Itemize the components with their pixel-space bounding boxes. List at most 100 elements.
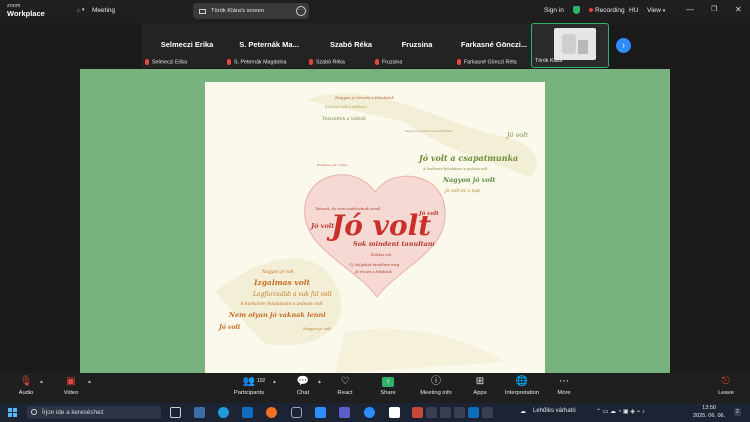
info-icon: ⓘ <box>431 376 441 387</box>
settings-icon[interactable] <box>482 407 493 418</box>
participant-video-thumbnail <box>554 28 596 60</box>
react-button[interactable]: ♡ React <box>334 376 356 396</box>
word-cloud-phrase: Érdekes volt a téma <box>316 162 348 167</box>
chat-options-caret-icon[interactable]: ▲ <box>317 379 322 385</box>
word-cloud-phrase: Jó volt <box>218 324 241 331</box>
top-bar: zoom Workplace ⁘ ▾ Meeting Török Klára's… <box>0 0 750 23</box>
app-icon[interactable] <box>468 407 479 418</box>
apps-button[interactable]: ⊞ Apps <box>471 376 489 396</box>
participant-tile[interactable]: Farkasné Gönczi... Farkasné Gönczi Réta <box>454 23 534 68</box>
word-cloud-phrase: Izgalmas volt <box>253 278 311 287</box>
next-page-arrow-icon[interactable]: › <box>616 38 631 53</box>
search-icon <box>31 409 37 415</box>
app-icon[interactable] <box>291 407 302 418</box>
sign-in-link[interactable]: Sign in <box>544 7 564 14</box>
word-cloud-phrase: Legfurcsább a vak fal volt <box>252 291 332 298</box>
heart-react-icon: ♡ <box>340 376 350 387</box>
leave-button[interactable]: ⎋ Leave <box>716 376 736 396</box>
mic-muted-icon <box>227 58 231 65</box>
chevron-down-icon[interactable]: ▾ <box>82 7 85 13</box>
outlook-icon[interactable] <box>242 407 253 418</box>
mic-muted-icon <box>457 58 461 65</box>
zoom-app: zoom Workplace ⁘ ▾ Meeting Török Klára's… <box>0 0 750 422</box>
more-button[interactable]: ⋯ More <box>554 376 574 396</box>
word-cloud-phrase: Új dolgokat tanultam meg <box>349 262 400 267</box>
word-cloud-graphic: Nagyon jó érezés a feladatok Érdekes vol… <box>215 93 537 373</box>
meeting-toolbar: 🎙 Audio ▲ ▣ Video ▲ 👥 Participants 102 ▲… <box>0 373 750 403</box>
leave-door-icon: ⎋ <box>722 376 730 387</box>
recording-indicator[interactable]: Recording <box>589 7 625 14</box>
share-button[interactable]: ↑ Share <box>377 376 399 396</box>
firefox-icon[interactable] <box>266 407 277 418</box>
participant-strip: Selmeczi Erika Selmeczi Erika S. Peterná… <box>0 23 750 69</box>
app-icon[interactable] <box>454 407 465 418</box>
word-cloud-phrase: Nagyon jó volt <box>261 270 294 275</box>
language-indicator[interactable]: HU <box>629 7 638 14</box>
app-icon[interactable] <box>426 407 437 418</box>
app-icon[interactable] <box>389 407 400 418</box>
interpretation-button[interactable]: 🌐 Interpretation <box>502 376 542 396</box>
apps-grid-icon[interactable]: ⁘ <box>76 7 81 15</box>
teams-icon[interactable] <box>339 407 350 418</box>
more-dots-icon: ⋯ <box>559 376 569 387</box>
word-cloud-phrase: Érdekes volt <box>370 252 392 257</box>
word-cloud-phrase: Jó volt <box>309 222 334 230</box>
mic-muted-icon: 🎙 <box>19 376 33 387</box>
shield-icon[interactable] <box>573 6 580 14</box>
zoom-taskbar-icon[interactable] <box>315 407 326 418</box>
participant-tile[interactable]: Fruzsina Fruzsina <box>372 23 462 68</box>
meeting-label[interactable]: Meeting <box>92 7 115 14</box>
screen-share-pill[interactable]: Török Klára's screen ··· <box>193 3 309 19</box>
word-cloud-phrase: A harkonre feladatoan a pulsuis volt <box>422 167 488 171</box>
mic-muted-icon <box>309 58 313 65</box>
word-cloud-phrase: Nagyon jó volt <box>442 176 495 184</box>
word-cloud-phrase: Nem olyan jó vaknak lenni <box>228 311 326 319</box>
word-cloud-phrase: Sok mindent tanultam <box>353 240 435 248</box>
task-view-icon[interactable] <box>170 407 181 418</box>
participant-tile[interactable]: S. Peternák Ma... S. Peternák Magdolna <box>224 23 314 68</box>
globe-icon: 🌐 <box>515 376 529 387</box>
tray-icons[interactable]: ⌃ ▭ ☁ ◔ ▣ ◈ ⌁ ♪ <box>596 408 645 415</box>
record-dot-icon <box>589 8 593 13</box>
app-icon[interactable] <box>412 407 423 418</box>
participant-tile-active-speaker[interactable]: Török Klára <box>531 23 609 68</box>
word-cloud-phrase: A harkonre feladatoan a pulsuis volt <box>239 301 323 307</box>
file-explorer-icon[interactable] <box>194 407 205 418</box>
minimize-icon[interactable]: — <box>686 5 694 14</box>
word-cloud-phrase: Jó volt a csapatmunka <box>417 153 518 163</box>
video-off-icon: ▣ <box>66 376 76 387</box>
share-screen-icon: ↑ <box>377 376 399 388</box>
notification-count[interactable]: 2 <box>734 408 741 416</box>
chat-bubble-icon: 💬 <box>296 376 310 387</box>
word-cloud-phrase: Nagyon jó volt a csoportmunka <box>404 129 453 133</box>
close-icon[interactable]: ✕ <box>735 5 742 14</box>
audio-button[interactable]: 🎙 Audio <box>14 376 38 396</box>
weather-text[interactable]: Lehűlés várható <box>533 408 576 414</box>
word-cloud-slide: Nagyon jó érezés a feladatok Érdekes vol… <box>205 82 545 373</box>
weather-icon[interactable]: ☁ <box>520 408 526 415</box>
video-button[interactable]: ▣ Video <box>59 376 83 396</box>
word-cloud-phrase: Érdekes volt a módszer <box>324 104 367 109</box>
word-cloud-main-phrase: Jó volt <box>326 209 431 242</box>
windows-start-icon[interactable] <box>8 408 17 417</box>
view-button[interactable]: View ▾ <box>647 7 665 14</box>
mic-muted-icon <box>375 58 379 65</box>
taskbar-search-input[interactable]: Írjon ide a kereséshez <box>27 406 161 419</box>
chevron-down-icon: ▾ <box>662 8 666 14</box>
participants-options-caret-icon[interactable]: ▲ <box>272 379 277 385</box>
meeting-info-button[interactable]: ⓘ Meeting info <box>418 376 454 396</box>
camera-icon[interactable] <box>440 407 451 418</box>
participant-tile[interactable]: Selmeczi Erika Selmeczi Erika <box>142 23 232 68</box>
zoom-logo: zoom Workplace <box>7 3 45 18</box>
restore-icon[interactable]: ❐ <box>711 5 717 13</box>
video-options-caret-icon[interactable]: ▲ <box>87 379 92 385</box>
more-options-icon[interactable]: ··· <box>296 6 306 16</box>
taskbar-clock[interactable]: 13:50 2025. 06. 06. <box>693 404 725 420</box>
word-cloud-phrase: Jó volt ez a nap <box>444 187 480 194</box>
edge-browser-icon[interactable] <box>218 407 229 418</box>
word-cloud-phrase: Nagyon jó volt <box>302 326 331 331</box>
zoom-meeting-taskbar-icon[interactable] <box>364 407 375 418</box>
audio-options-caret-icon[interactable]: ▲ <box>39 379 44 385</box>
chat-button[interactable]: 💬 Chat <box>293 376 313 396</box>
apps-grid-icon: ⊞ <box>475 376 485 387</box>
